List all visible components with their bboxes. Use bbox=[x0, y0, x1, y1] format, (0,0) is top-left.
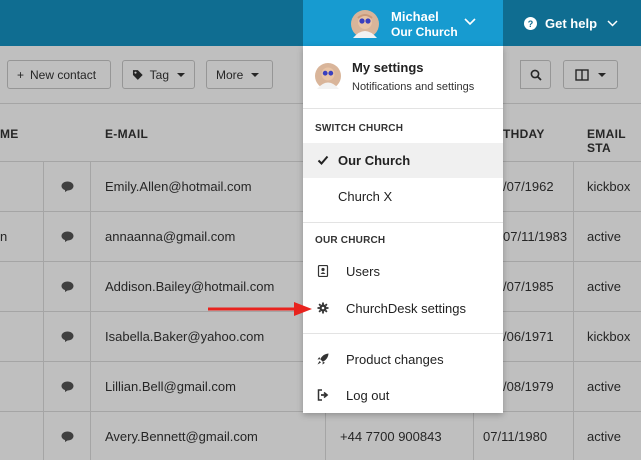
churchdesk-settings-menu-item[interactable]: ChurchDesk settings bbox=[303, 291, 503, 326]
menu-divider bbox=[303, 333, 503, 334]
current-church-name: Our Church bbox=[391, 25, 458, 39]
user-avatar bbox=[315, 63, 341, 89]
menu-divider bbox=[303, 222, 503, 223]
annotation-arrow bbox=[208, 302, 312, 316]
church-item-church-x[interactable]: Church X bbox=[303, 179, 503, 214]
log-out-label: Log out bbox=[346, 388, 390, 403]
get-help-label: Get help bbox=[545, 15, 598, 31]
churchdesk-settings-label: ChurchDesk settings bbox=[346, 301, 466, 316]
get-help-button[interactable]: ? Get help bbox=[524, 15, 618, 31]
user-dropdown-menu: My settings Notifications and settings S… bbox=[303, 46, 503, 413]
my-settings-item[interactable]: My settings Notifications and settings bbox=[303, 46, 503, 106]
sign-out-icon bbox=[317, 389, 329, 401]
question-circle-icon: ? bbox=[524, 16, 537, 30]
church-item-our-church[interactable]: Our Church bbox=[303, 143, 503, 178]
church-item-label: Church X bbox=[338, 189, 393, 204]
rocket-icon bbox=[317, 353, 329, 365]
user-name: Michael bbox=[391, 9, 439, 24]
menu-divider bbox=[303, 108, 503, 109]
product-changes-menu-item[interactable]: Product changes bbox=[303, 342, 503, 377]
top-bar: Michael Our Church ? Get help bbox=[0, 0, 641, 46]
user-avatar bbox=[351, 10, 379, 38]
address-book-icon bbox=[317, 265, 329, 277]
product-changes-label: Product changes bbox=[346, 352, 444, 367]
users-menu-item[interactable]: Users bbox=[303, 254, 503, 289]
our-church-header: OUR CHURCH bbox=[315, 235, 386, 246]
users-label: Users bbox=[346, 264, 380, 279]
my-settings-title: My settings bbox=[352, 60, 424, 75]
user-menu-toggle[interactable]: Michael Our Church bbox=[303, 0, 503, 46]
gear-icon bbox=[317, 302, 329, 314]
svg-text:?: ? bbox=[528, 19, 534, 29]
log-out-menu-item[interactable]: Log out bbox=[303, 378, 503, 413]
my-settings-subtitle: Notifications and settings bbox=[352, 81, 475, 93]
church-item-label: Our Church bbox=[338, 153, 411, 168]
chevron-down-icon bbox=[464, 18, 476, 26]
switch-church-header: SWITCH CHURCH bbox=[315, 123, 404, 134]
checkmark-icon bbox=[317, 155, 329, 165]
chevron-down-icon bbox=[607, 19, 618, 27]
